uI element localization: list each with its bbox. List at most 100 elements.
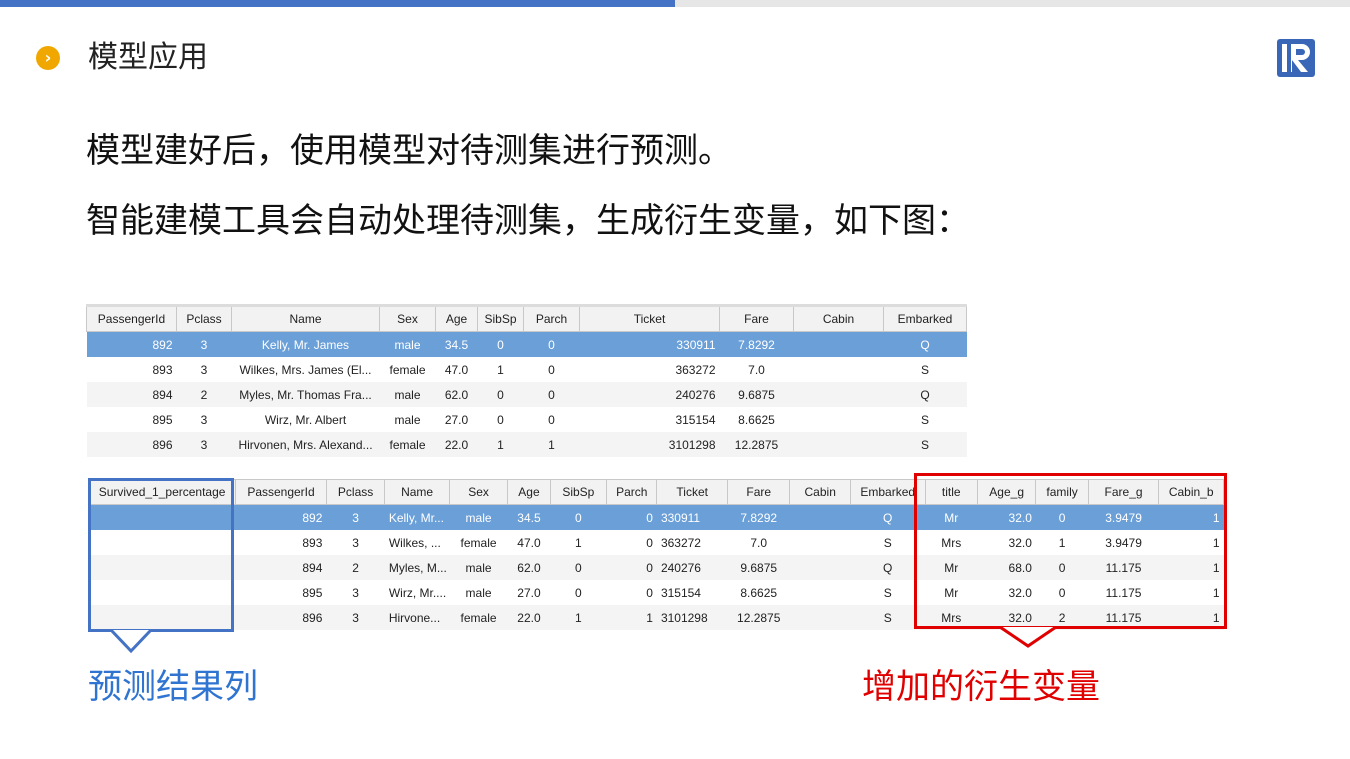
table-cell[interactable]: 34.5 bbox=[507, 504, 551, 530]
table-cell[interactable] bbox=[789, 605, 851, 630]
table-cell[interactable]: 22.0 bbox=[435, 432, 478, 457]
table-cell[interactable]: S bbox=[884, 357, 967, 382]
table-cell[interactable]: male bbox=[449, 504, 508, 530]
table-cell[interactable]: 363272 bbox=[580, 357, 720, 382]
table-cell[interactable]: 1 bbox=[550, 605, 607, 630]
table-cell[interactable]: 240276 bbox=[579, 382, 720, 407]
table-cell[interactable]: 2 bbox=[176, 382, 232, 407]
table-cell[interactable]: female bbox=[449, 530, 507, 555]
table-cell[interactable]: Kelly, Mr... bbox=[384, 504, 450, 530]
table-cell[interactable]: male bbox=[449, 555, 508, 580]
column-header[interactable]: Embarked bbox=[883, 305, 967, 332]
column-header[interactable]: Cabin bbox=[789, 479, 851, 505]
column-header[interactable]: Name bbox=[384, 479, 450, 505]
column-header[interactable]: Cabin bbox=[793, 305, 884, 332]
table-cell[interactable]: 0 bbox=[607, 580, 657, 605]
table-cell[interactable]: 1 bbox=[606, 605, 657, 630]
table-cell[interactable]: 3 bbox=[177, 357, 232, 382]
table-cell[interactable]: 896 bbox=[235, 605, 327, 630]
table-cell[interactable]: 3 bbox=[177, 407, 232, 432]
table-cell[interactable]: 0 bbox=[550, 580, 606, 605]
table-cell[interactable]: 892 bbox=[86, 331, 177, 357]
table-cell[interactable]: 0 bbox=[523, 331, 580, 357]
column-header[interactable]: SibSp bbox=[477, 305, 524, 332]
table-cell[interactable]: 363272 bbox=[657, 530, 728, 555]
table-cell[interactable]: S bbox=[884, 407, 967, 432]
table-cell[interactable]: 315154 bbox=[657, 580, 728, 605]
table-cell[interactable]: S bbox=[883, 432, 967, 457]
table-row[interactable]: 896 3 Hirvonen, Mrs. Alexand... female 22.0 1… bbox=[86, 432, 967, 457]
table-cell[interactable]: 0 bbox=[550, 555, 607, 580]
table-cell[interactable]: 12.2875 bbox=[727, 605, 790, 630]
table-cell[interactable]: 892 bbox=[235, 504, 327, 530]
table-cell[interactable]: Q bbox=[883, 382, 967, 407]
column-header[interactable]: Fare bbox=[726, 479, 791, 505]
table-cell[interactable]: 3101298 bbox=[656, 605, 728, 630]
table-cell[interactable]: 895 bbox=[236, 580, 327, 605]
table-cell[interactable]: 895 bbox=[87, 407, 177, 432]
column-header[interactable]: Name bbox=[231, 305, 380, 332]
table-cell[interactable] bbox=[793, 432, 884, 457]
table-cell[interactable]: male bbox=[379, 331, 436, 357]
table-cell[interactable]: 27.0 bbox=[436, 407, 478, 432]
table-cell[interactable]: 0 bbox=[607, 530, 657, 555]
table-cell[interactable] bbox=[789, 555, 851, 580]
table-row[interactable]: 893 3 Wilkes, Mrs. James (El... female 47.0 1… bbox=[87, 357, 967, 382]
column-header[interactable]: Ticket bbox=[579, 305, 720, 332]
table-cell[interactable]: Wilkes, ... bbox=[385, 530, 450, 555]
column-header[interactable]: Sex bbox=[379, 305, 436, 332]
table-cell[interactable]: 62.0 bbox=[507, 555, 551, 580]
column-header[interactable]: Age bbox=[507, 479, 551, 505]
table-cell[interactable]: Hirvonen, Mrs. Alexand... bbox=[231, 432, 380, 457]
table-cell[interactable]: 7.8292 bbox=[727, 504, 790, 530]
table-cell[interactable]: 3 bbox=[326, 530, 384, 555]
table-cell[interactable]: 2 bbox=[326, 555, 385, 580]
table-cell[interactable]: 7.0 bbox=[720, 357, 794, 382]
table-cell[interactable]: 47.0 bbox=[436, 357, 478, 382]
table-cell[interactable]: 0 bbox=[477, 382, 524, 407]
table-cell[interactable]: 12.2875 bbox=[719, 432, 794, 457]
column-header[interactable]: PassengerId bbox=[235, 479, 327, 505]
table-cell[interactable]: 0 bbox=[477, 331, 524, 357]
table-row[interactable]: 892 3 Kelly, Mr. James male 34.5 0 0 330911 7.82… bbox=[86, 331, 967, 357]
table-cell[interactable]: Myles, M... bbox=[384, 555, 450, 580]
table-cell[interactable]: 7.8292 bbox=[719, 331, 794, 357]
table-cell[interactable]: 330911 bbox=[579, 331, 720, 357]
column-header[interactable]: Ticket bbox=[656, 479, 728, 505]
table-cell[interactable]: 47.0 bbox=[508, 530, 550, 555]
table-cell[interactable] bbox=[794, 357, 884, 382]
table-cell[interactable]: 3 bbox=[176, 432, 232, 457]
column-header[interactable]: Pclass bbox=[325, 479, 386, 505]
table-cell[interactable]: Hirvone... bbox=[384, 605, 450, 630]
table-cell[interactable]: 0 bbox=[478, 407, 524, 432]
table-cell[interactable]: male bbox=[379, 382, 436, 407]
table-cell[interactable] bbox=[790, 580, 850, 605]
table-cell[interactable] bbox=[793, 331, 884, 357]
column-header[interactable]: PassengerId bbox=[86, 305, 177, 332]
table-cell[interactable]: 3 bbox=[326, 504, 385, 530]
table-cell[interactable]: female bbox=[449, 605, 508, 630]
table-cell[interactable]: 330911 bbox=[656, 504, 728, 530]
table-cell[interactable]: 3101298 bbox=[579, 432, 720, 457]
column-header[interactable]: Parch bbox=[606, 479, 658, 505]
table-cell[interactable]: male bbox=[449, 580, 507, 605]
table-cell[interactable]: 0 bbox=[550, 504, 607, 530]
table-cell[interactable]: 0 bbox=[524, 407, 580, 432]
table-cell[interactable]: 1 bbox=[478, 357, 524, 382]
table-cell[interactable]: 62.0 bbox=[435, 382, 478, 407]
table-cell[interactable]: 1 bbox=[550, 530, 606, 555]
table-cell[interactable]: 0 bbox=[523, 382, 580, 407]
table-cell[interactable] bbox=[790, 530, 850, 555]
table-cell[interactable]: 27.0 bbox=[508, 580, 550, 605]
table-cell[interactable]: 240276 bbox=[656, 555, 728, 580]
table-cell[interactable]: Q bbox=[883, 331, 967, 357]
column-header[interactable]: Fare bbox=[719, 305, 794, 332]
table-cell[interactable]: 3 bbox=[326, 580, 384, 605]
table-cell[interactable]: 894 bbox=[235, 555, 327, 580]
table-cell[interactable]: 0 bbox=[606, 555, 657, 580]
table-cell[interactable]: 9.6875 bbox=[719, 382, 794, 407]
column-header[interactable]: Parch bbox=[523, 305, 580, 332]
table-cell[interactable]: 893 bbox=[236, 530, 327, 555]
column-header[interactable]: SibSp bbox=[549, 479, 608, 505]
column-header[interactable]: Sex bbox=[448, 479, 509, 505]
